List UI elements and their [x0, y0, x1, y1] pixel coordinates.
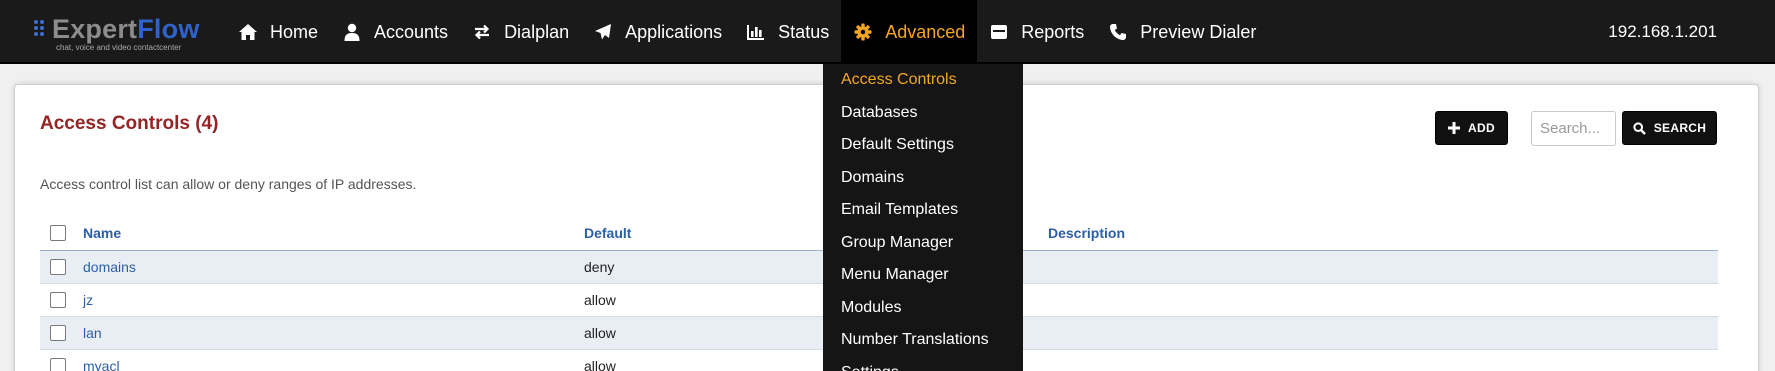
logo-tagline: chat, voice and video contactcenter [56, 43, 182, 52]
row-checkbox-cell [50, 284, 66, 316]
expertflow-logo[interactable]: ExpertFlow chat, voice and video contact… [34, 14, 200, 54]
logo-dots-icon [34, 20, 50, 38]
add-button[interactable]: ADD [1435, 111, 1508, 145]
nav-status-label: Status [778, 21, 830, 42]
nav-reports-label: Reports [1021, 21, 1085, 42]
menu-item-email-templates[interactable]: Email Templates [823, 194, 1023, 227]
col-header-name[interactable]: Name [83, 216, 121, 250]
nav-dialplan-label: Dialplan [504, 21, 570, 42]
logo-text: ExpertFlow [52, 14, 200, 44]
nav-reports[interactable]: Reports [977, 0, 1096, 64]
nav-preview-dialer[interactable]: Preview Dialer [1096, 0, 1268, 64]
search-button-label: SEARCH [1653, 121, 1707, 135]
row-checkbox-cell [50, 350, 66, 371]
row-checkbox-cell [50, 251, 66, 283]
main-nav: Home Accounts Dialplan Applications Stat… [226, 0, 1268, 64]
row-name-link[interactable]: myacl [83, 350, 120, 371]
row-default: allow [584, 325, 616, 341]
menu-item-group-manager[interactable]: Group Manager [823, 227, 1023, 260]
nav-accounts-label: Accounts [374, 21, 449, 42]
row-name-link[interactable]: jz [83, 284, 93, 316]
row-checkbox[interactable] [50, 325, 66, 341]
nav-advanced-label: Advanced [885, 21, 966, 42]
report-icon [989, 22, 1009, 42]
nav-accounts[interactable]: Accounts [330, 0, 460, 64]
search-input[interactable] [1531, 111, 1616, 146]
row-default: deny [584, 259, 615, 275]
logo-text-flow: Flow [137, 14, 200, 44]
advanced-dropdown-menu: Access Controls Databases Default Settin… [823, 64, 1023, 371]
menu-item-settings[interactable]: Settings [823, 357, 1023, 371]
logo-text-expert: Expert [52, 14, 138, 44]
row-name-link[interactable]: lan [83, 317, 102, 349]
nav-applications[interactable]: Applications [581, 0, 734, 64]
nav-home-label: Home [270, 21, 319, 42]
plus-icon [1448, 122, 1461, 134]
top-navbar: ExpertFlow chat, voice and video contact… [0, 0, 1775, 64]
search-icon [1633, 121, 1646, 135]
menu-item-menu-manager[interactable]: Menu Manager [823, 259, 1023, 292]
select-all-cell [50, 216, 66, 250]
row-default: allow [584, 292, 616, 308]
row-checkbox[interactable] [50, 292, 66, 308]
page-description: Access control list can allow or deny ra… [40, 176, 417, 192]
row-checkbox-cell [50, 317, 66, 349]
nav-advanced[interactable]: Advanced [841, 0, 978, 64]
menu-item-number-translations[interactable]: Number Translations [823, 324, 1023, 357]
nav-applications-label: Applications [625, 21, 723, 42]
row-default: allow [584, 358, 616, 371]
home-icon [238, 22, 258, 42]
gear-icon [853, 22, 873, 42]
paper-plane-icon [593, 22, 613, 42]
phone-icon [1108, 22, 1128, 42]
menu-item-access-controls[interactable]: Access Controls [823, 64, 1023, 97]
nav-status[interactable]: Status [734, 0, 841, 64]
nav-preview-dialer-label: Preview Dialer [1140, 21, 1257, 42]
bar-chart-icon [746, 22, 766, 42]
add-button-label: ADD [1468, 121, 1495, 135]
page-title: Access Controls (4) [40, 113, 219, 134]
menu-item-domains[interactable]: Domains [823, 162, 1023, 195]
exchange-icon [472, 22, 492, 42]
user-icon [342, 22, 362, 42]
col-header-default[interactable]: Default [584, 216, 631, 250]
menu-item-default-settings[interactable]: Default Settings [823, 129, 1023, 162]
row-checkbox[interactable] [50, 358, 66, 371]
nav-dialplan[interactable]: Dialplan [460, 0, 581, 64]
server-ip: 192.168.1.201 [1608, 22, 1717, 41]
menu-item-databases[interactable]: Databases [823, 97, 1023, 130]
row-checkbox[interactable] [50, 259, 66, 275]
row-name-link[interactable]: domains [83, 251, 136, 283]
search-button[interactable]: SEARCH [1622, 111, 1717, 145]
col-header-description[interactable]: Description [1048, 216, 1125, 250]
select-all-checkbox[interactable] [50, 225, 66, 241]
nav-home[interactable]: Home [226, 0, 330, 64]
menu-item-modules[interactable]: Modules [823, 292, 1023, 325]
